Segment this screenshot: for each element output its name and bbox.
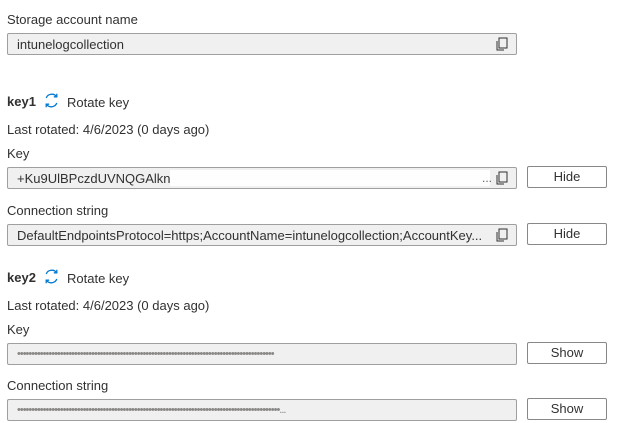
key1-rotate-button[interactable]: Rotate key	[43, 92, 129, 112]
key2-rotate-label: Rotate key	[67, 270, 130, 286]
key1-connection-string-field: DefaultEndpointsProtocol=https;AccountNa…	[7, 224, 517, 246]
key2-key-value: ••••••••••••••••••••••••••••••••••••••••…	[17, 348, 275, 360]
key2-show-key-button[interactable]: Show	[527, 342, 607, 364]
rotate-icon	[43, 268, 67, 288]
key2-connection-string-value: ••••••••••••••••••••••••••••••••••••••••…	[17, 404, 286, 416]
key2-title: key2	[7, 270, 36, 285]
copy-icon[interactable]	[494, 228, 510, 243]
key1-rotate-label: Rotate key	[67, 94, 130, 110]
key2-key-label: Key	[7, 322, 30, 337]
key1-key-label: Key	[7, 146, 30, 161]
storage-account-name-value: intunelogcollection	[17, 37, 124, 52]
storage-account-name-label: Storage account name	[7, 12, 138, 27]
key1-connection-string-label: Connection string	[7, 203, 109, 218]
key1-connection-string-value: DefaultEndpointsProtocol=https;AccountNa…	[17, 228, 483, 243]
key2-key-field: ••••••••••••••••••••••••••••••••••••••••…	[7, 343, 517, 365]
key2-show-connection-string-button[interactable]: Show	[527, 398, 607, 420]
key1-last-rotated: Last rotated: 4/6/2023 (0 days ago)	[7, 122, 210, 137]
key2-last-rotated: Last rotated: 4/6/2023 (0 days ago)	[7, 298, 210, 313]
key2-connection-string-field: ••••••••••••••••••••••••••••••••••••••••…	[7, 399, 517, 421]
key1-key-field: +Ku9UlBPczdUVNQGAlkn ...	[7, 167, 517, 189]
key2-connection-string-label: Connection string	[7, 378, 109, 393]
copy-icon[interactable]	[494, 171, 510, 186]
key1-key-ellipsis: ...	[482, 171, 493, 185]
rotate-icon	[43, 92, 67, 112]
copy-icon[interactable]	[494, 37, 510, 52]
key2-rotate-button[interactable]: Rotate key	[43, 268, 129, 288]
storage-account-name-field: intunelogcollection	[7, 33, 517, 55]
key1-key-redaction	[170, 170, 490, 186]
key1-hide-connection-string-button[interactable]: Hide	[527, 223, 607, 245]
key1-title: key1	[7, 94, 36, 109]
key1-hide-key-button[interactable]: Hide	[527, 166, 607, 188]
